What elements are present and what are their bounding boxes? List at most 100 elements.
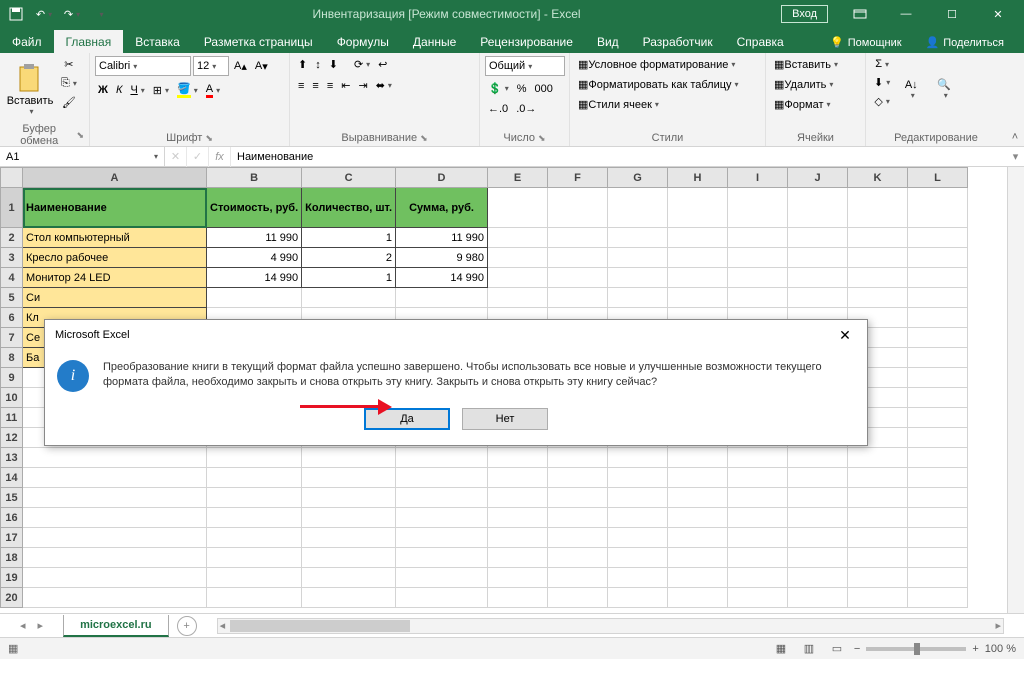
fill-color-button[interactable]: 🪣▾: [174, 80, 201, 100]
column-header[interactable]: G: [608, 168, 668, 188]
qat-customize-icon[interactable]: ▾: [88, 2, 112, 26]
cell[interactable]: [548, 448, 608, 468]
cell[interactable]: [488, 228, 548, 248]
column-header[interactable]: F: [548, 168, 608, 188]
cell[interactable]: [207, 548, 302, 568]
decrease-indent-button[interactable]: ⇤: [338, 77, 353, 94]
percent-button[interactable]: %: [514, 81, 530, 97]
cell[interactable]: [728, 288, 788, 308]
cell[interactable]: [848, 228, 908, 248]
cell[interactable]: [23, 488, 207, 508]
row-header[interactable]: 20: [1, 588, 23, 608]
cell[interactable]: [488, 188, 548, 228]
cell[interactable]: [908, 308, 968, 328]
wrap-text-button[interactable]: ↩: [375, 56, 390, 73]
cell[interactable]: [396, 528, 488, 548]
cell[interactable]: [788, 488, 848, 508]
cell[interactable]: [23, 508, 207, 528]
shrink-font-button[interactable]: A▾: [252, 58, 271, 75]
cell[interactable]: [848, 568, 908, 588]
format-cells-button[interactable]: ▦ Формат▾: [771, 96, 860, 113]
cell[interactable]: [396, 548, 488, 568]
cell[interactable]: [302, 488, 396, 508]
cell[interactable]: [728, 468, 788, 488]
cell[interactable]: [608, 288, 668, 308]
merge-button[interactable]: ⬌▾: [373, 77, 395, 94]
cell[interactable]: [848, 508, 908, 528]
login-button[interactable]: Вход: [781, 5, 828, 23]
row-header[interactable]: 19: [1, 568, 23, 588]
cell[interactable]: [788, 268, 848, 288]
cell[interactable]: [488, 488, 548, 508]
normal-view-icon[interactable]: ▦: [770, 640, 792, 658]
cell[interactable]: [788, 228, 848, 248]
name-box[interactable]: A1▾: [0, 147, 165, 166]
underline-button[interactable]: Ч▾: [127, 82, 147, 98]
tab-home[interactable]: Главная: [54, 30, 124, 53]
cell[interactable]: [488, 448, 548, 468]
clear-button[interactable]: ◇▾: [871, 93, 893, 110]
cell-styles-button[interactable]: ▦ Стили ячеек▾: [575, 96, 760, 113]
cell[interactable]: [908, 368, 968, 388]
cell[interactable]: [908, 228, 968, 248]
cell[interactable]: Стоимость, руб.: [207, 188, 302, 228]
close-icon[interactable]: ✕: [976, 1, 1020, 27]
dialog-no-button[interactable]: Нет: [462, 408, 548, 430]
undo-icon[interactable]: ↶▾: [32, 2, 56, 26]
cell[interactable]: Количество, шт.: [302, 188, 396, 228]
number-format-combo[interactable]: Общий▾: [485, 56, 565, 76]
fill-button[interactable]: ⬇▾: [871, 74, 893, 91]
cell[interactable]: [668, 448, 728, 468]
cell[interactable]: [23, 448, 207, 468]
cell[interactable]: [908, 488, 968, 508]
align-bottom-button[interactable]: ⬇: [326, 56, 341, 73]
cell[interactable]: 4 990: [207, 248, 302, 268]
cell[interactable]: [302, 448, 396, 468]
vertical-scrollbar[interactable]: [1007, 167, 1024, 613]
paste-button[interactable]: Вставить▾: [5, 56, 55, 122]
cell[interactable]: [908, 508, 968, 528]
tell-me[interactable]: 💡Помощник: [818, 30, 914, 53]
cell[interactable]: [488, 268, 548, 288]
cell[interactable]: [608, 268, 668, 288]
conditional-formatting-button[interactable]: ▦ Условное форматирование▾: [575, 56, 760, 73]
cell[interactable]: [848, 528, 908, 548]
cell[interactable]: [848, 468, 908, 488]
row-header[interactable]: 10: [1, 388, 23, 408]
cell[interactable]: [848, 588, 908, 608]
align-center-button[interactable]: ≡: [309, 78, 321, 94]
cell[interactable]: [668, 288, 728, 308]
font-size-combo[interactable]: 12▾: [193, 56, 229, 76]
tab-data[interactable]: Данные: [401, 30, 468, 53]
cell[interactable]: 11 990: [396, 228, 488, 248]
cell[interactable]: [668, 488, 728, 508]
autosum-button[interactable]: Σ▾: [871, 56, 893, 72]
cell[interactable]: [302, 528, 396, 548]
align-middle-button[interactable]: ↕: [312, 57, 324, 73]
cell[interactable]: [908, 268, 968, 288]
row-header[interactable]: 17: [1, 528, 23, 548]
column-header[interactable]: L: [908, 168, 968, 188]
cell[interactable]: [548, 188, 608, 228]
column-header[interactable]: C: [302, 168, 396, 188]
format-as-table-button[interactable]: ▦ Форматировать как таблицу▾: [575, 76, 760, 93]
cell[interactable]: [788, 548, 848, 568]
cell[interactable]: [908, 348, 968, 368]
cell[interactable]: [908, 448, 968, 468]
cell[interactable]: [302, 548, 396, 568]
cell[interactable]: Сумма, руб.: [396, 188, 488, 228]
cell[interactable]: [207, 588, 302, 608]
launcher-icon[interactable]: ⬊: [538, 133, 546, 144]
row-header[interactable]: 11: [1, 408, 23, 428]
ribbon-options-icon[interactable]: [838, 1, 882, 27]
row-header[interactable]: 3: [1, 248, 23, 268]
minimize-icon[interactable]: —: [884, 1, 928, 27]
cell[interactable]: [396, 588, 488, 608]
cell[interactable]: [548, 548, 608, 568]
cell[interactable]: [23, 588, 207, 608]
cell[interactable]: [728, 568, 788, 588]
cell[interactable]: [908, 428, 968, 448]
cell[interactable]: [728, 548, 788, 568]
cell[interactable]: 9 980: [396, 248, 488, 268]
cell[interactable]: [548, 288, 608, 308]
